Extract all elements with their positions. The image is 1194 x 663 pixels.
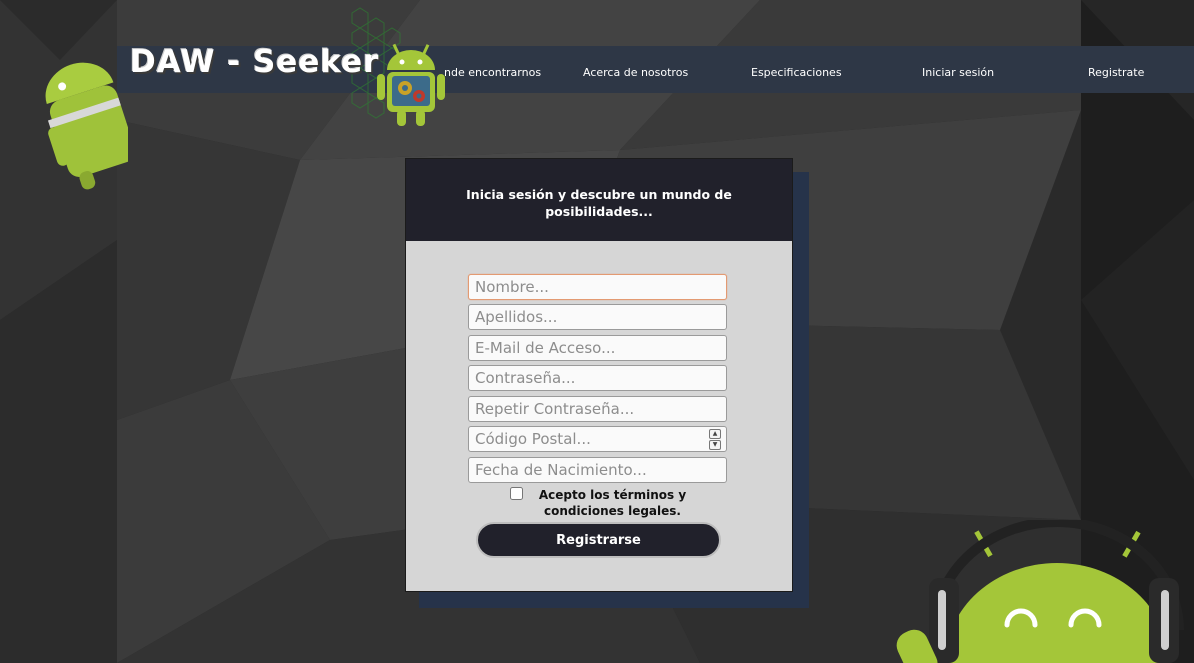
postal-code-stepper[interactable]: ▲ ▼ (709, 429, 721, 450)
stepper-up-icon[interactable]: ▲ (709, 429, 721, 439)
card-header: Inicia sesión y descubre un mundo de pos… (406, 159, 792, 241)
nav-link-registrate[interactable]: Registrate (1088, 66, 1144, 79)
postal-code-wrapper: ▲ ▼ (468, 426, 727, 452)
brand-logo[interactable]: DAW - Seeker (130, 44, 379, 80)
terms-label[interactable]: Acepto los términos y condiciones legale… (525, 487, 700, 519)
register-button[interactable]: Registrarse (476, 522, 721, 558)
android-headphones-icon (896, 520, 1184, 663)
surname-input[interactable] (468, 304, 727, 330)
name-input[interactable] (468, 274, 727, 300)
android-robot-icon (45, 62, 128, 190)
postal-code-input[interactable] (468, 426, 727, 452)
nav-link-iniciar-sesion[interactable]: Iniciar sesión (922, 66, 994, 79)
email-input[interactable] (468, 335, 727, 361)
repeat-password-input[interactable] (468, 396, 727, 422)
page-background: DAW - Seeker nde encontrarnos Acerca de … (0, 0, 1194, 663)
stepper-down-icon[interactable]: ▼ (709, 440, 721, 450)
password-input[interactable] (468, 365, 727, 391)
nav-link-especificaciones[interactable]: Especificaciones (751, 66, 842, 79)
birthdate-input[interactable] (468, 457, 727, 483)
register-form: Inicia sesión y descubre un mundo de pos… (405, 158, 793, 592)
nav-link-acerca-de-nosotros[interactable]: Acerca de nosotros (583, 66, 688, 79)
android-gears-icon (377, 43, 445, 126)
nav-link-donde-encontrarnos[interactable]: nde encontrarnos (444, 66, 541, 79)
terms-checkbox[interactable] (510, 487, 523, 500)
card-title: Inicia sesión y descubre un mundo de pos… (466, 187, 732, 219)
